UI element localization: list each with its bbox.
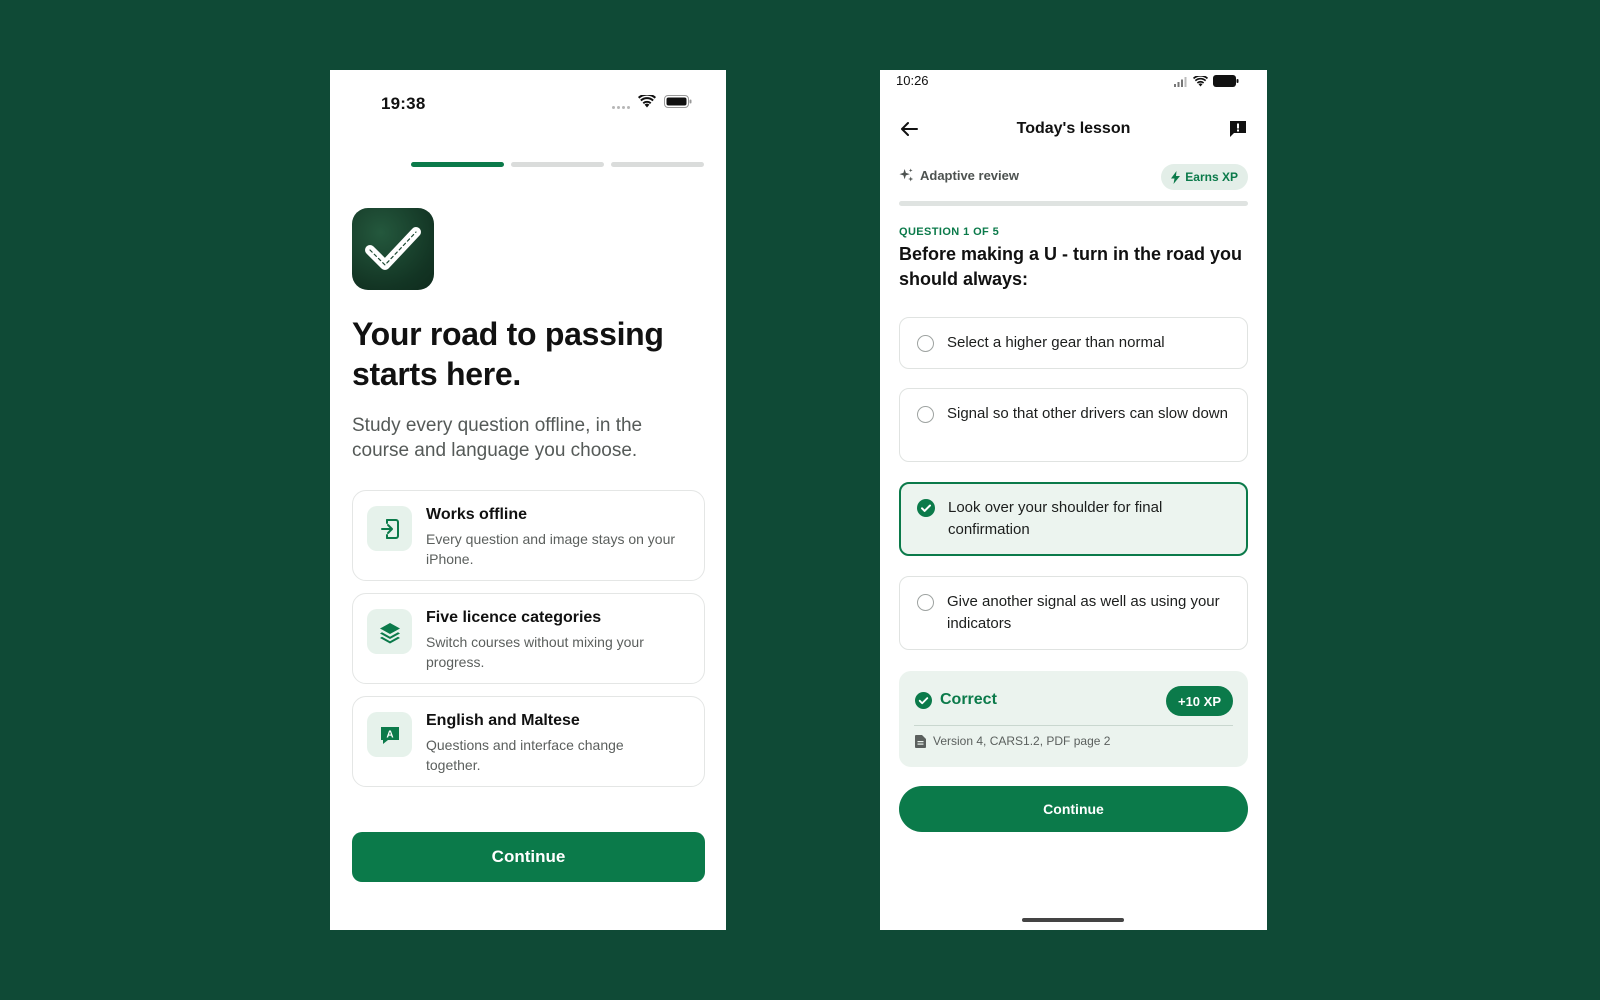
divider <box>914 725 1233 726</box>
earns-xp-chip: Earns XP <box>1161 164 1248 190</box>
gesture-navigation-bar[interactable] <box>1022 918 1124 922</box>
answer-option[interactable]: Signal so that other drivers can slow do… <box>899 388 1248 462</box>
report-button[interactable] <box>1223 114 1253 144</box>
status-time: 19:38 <box>381 94 426 113</box>
answer-option-label: Signal so that other drivers can slow do… <box>947 405 1228 422</box>
document-icon <box>915 734 926 748</box>
feature-card-offline: Works offline Every question and image s… <box>352 490 705 581</box>
lesson-mode-row: Adaptive review Earns XP <box>899 164 1248 192</box>
lightning-icon <box>1171 170 1181 184</box>
feature-description: Every question and image stays on your i… <box>426 531 676 567</box>
feedback-icon <box>1230 121 1246 137</box>
feature-card-categories: Five licence categories Switch courses w… <box>352 593 705 684</box>
check-circle-icon <box>917 499 935 522</box>
battery-icon <box>1213 74 1239 92</box>
page-title: Today's lesson <box>1016 120 1131 137</box>
layers-icon <box>367 609 412 654</box>
continue-button[interactable]: Continue <box>899 786 1248 832</box>
feature-description: Questions and interface change together. <box>426 737 624 773</box>
answer-option[interactable]: Give another signal as well as using you… <box>899 576 1248 650</box>
app-logo <box>352 208 434 290</box>
status-bar: 19:38 <box>330 70 726 134</box>
progress-step-2 <box>511 162 604 167</box>
checkmark-icon <box>365 227 421 270</box>
cellular-signal-icon <box>1174 74 1188 92</box>
lesson-progress-bar <box>899 201 1248 206</box>
earns-xp-label: Earns XP <box>1185 170 1238 184</box>
xp-reward-badge: +10 XP <box>1165 686 1233 716</box>
onboarding-screen: 19:38 Your road to passing starts here. … <box>330 70 726 930</box>
status-icons <box>612 93 692 113</box>
continue-button[interactable]: Continue <box>352 832 705 882</box>
feedback-result: Correct <box>915 691 997 709</box>
lesson-screen: 10:26 Today's lesson Adaptive review Ear… <box>880 70 1267 930</box>
question-counter: QUESTION 1 OF 5 <box>899 226 1000 238</box>
page-title: Your road to passing starts here. <box>352 316 664 392</box>
feature-title: Works offline <box>426 506 528 523</box>
status-icons <box>1174 74 1239 92</box>
radio-unchecked-icon <box>917 335 934 352</box>
status-time: 10:26 <box>896 73 929 88</box>
feature-card-languages: A English and Maltese Questions and inte… <box>352 696 705 787</box>
cellular-signal-icon <box>612 105 630 109</box>
svg-text:A: A <box>386 729 393 740</box>
radio-unchecked-icon <box>917 594 934 611</box>
answer-option-label: Look over your shoulder for final confir… <box>948 499 1163 538</box>
answer-option-selected[interactable]: Look over your shoulder for final confir… <box>899 482 1248 556</box>
answer-option-label: Select a higher gear than normal <box>947 334 1165 351</box>
answer-feedback-panel: Correct +10 XP Version 4, CARS1.2, PDF p… <box>899 671 1248 767</box>
feature-title: English and Maltese <box>426 712 580 729</box>
mode-label-text: Adaptive review <box>920 168 1019 183</box>
question-source: Version 4, CARS1.2, PDF page 2 <box>915 734 1110 748</box>
sparkle-icon <box>899 168 914 182</box>
radio-unchecked-icon <box>917 406 934 423</box>
progress-step-1 <box>411 162 504 167</box>
answer-option-label: Give another signal as well as using you… <box>947 593 1220 632</box>
page-subtitle: Study every question offline, in the cou… <box>352 415 643 461</box>
progress-step-3 <box>611 162 704 167</box>
mode-label: Adaptive review <box>899 168 1019 183</box>
answer-option[interactable]: Select a higher gear than normal <box>899 317 1248 369</box>
question-source-text: Version 4, CARS1.2, PDF page 2 <box>933 734 1111 748</box>
feature-title: Five licence categories <box>426 609 602 626</box>
status-bar: 10:26 <box>880 70 1267 94</box>
offline-device-icon <box>367 506 412 551</box>
question-text: Before making a U - turn in the road you… <box>899 244 1243 289</box>
wifi-icon <box>638 93 656 113</box>
battery-icon <box>664 95 692 113</box>
language-icon: A <box>367 712 412 757</box>
feedback-result-label: Correct <box>940 691 997 708</box>
feature-description: Switch courses without mixing your progr… <box>426 634 644 670</box>
wifi-icon <box>1193 74 1208 92</box>
check-circle-icon <box>915 691 932 709</box>
top-app-bar: Today's lesson <box>880 100 1267 160</box>
onboarding-progress <box>411 162 704 167</box>
